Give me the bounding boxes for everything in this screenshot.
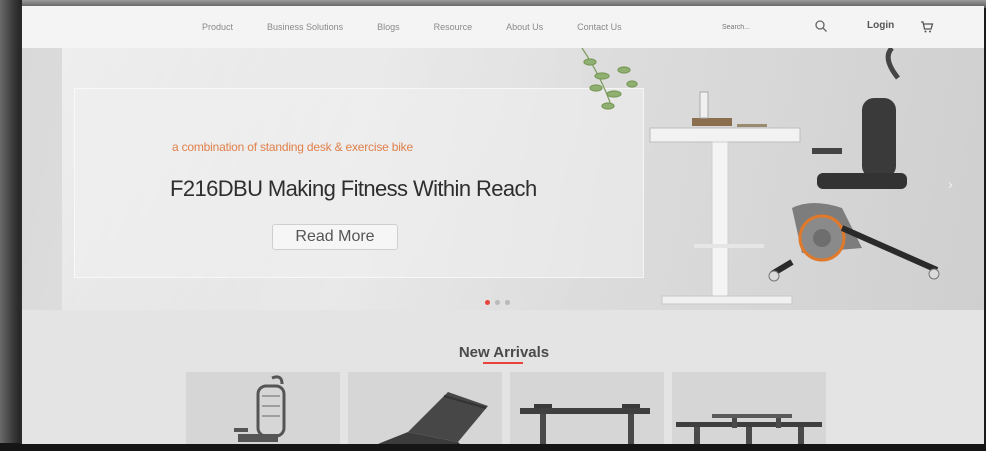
carousel-dot-1[interactable]: [485, 300, 490, 305]
new-arrivals-section: New Arrivals: [22, 310, 984, 444]
search-input[interactable]: [722, 23, 802, 31]
carousel-dots: [485, 300, 515, 305]
plant-illustration: [581, 48, 638, 110]
login-link[interactable]: Login: [867, 20, 894, 31]
nav-link-about-us[interactable]: About Us: [506, 22, 543, 32]
monitor-bezel-left: [0, 0, 22, 451]
website-screen: Product Business Solutions Blogs Resourc…: [20, 6, 984, 444]
read-more-button[interactable]: Read More: [272, 224, 398, 250]
office-chair-image: [234, 375, 286, 442]
search-icon[interactable]: [814, 19, 828, 33]
monitor-bezel-bottom: [0, 443, 986, 451]
recliner-chair-image: [378, 392, 488, 444]
carousel-dot-2[interactable]: [495, 300, 500, 305]
product-card-recliner[interactable]: [348, 372, 502, 444]
cart-icon[interactable]: [920, 20, 934, 34]
product-card-dual-frame[interactable]: [672, 372, 826, 444]
hero-subtitle: a combination of standing desk & exercis…: [172, 140, 413, 154]
nav-link-contact-us[interactable]: Contact Us: [577, 22, 622, 32]
product-card-desk-frame[interactable]: [510, 372, 664, 444]
exercise-bike-chair-illustration: [768, 48, 940, 282]
nav-link-product[interactable]: Product: [202, 22, 233, 32]
search-box: [722, 18, 832, 36]
new-arrivals-title: New Arrivals: [458, 344, 550, 361]
hero-product-image: [581, 48, 940, 305]
hero-banner: a combination of standing desk & exercis…: [22, 48, 984, 310]
nav-link-resource[interactable]: Resource: [434, 22, 473, 32]
standing-desk-frame-image: [520, 404, 650, 444]
nav-links: Product Business Solutions Blogs Resourc…: [202, 6, 656, 48]
nav-link-business-solutions[interactable]: Business Solutions: [267, 22, 343, 32]
product-cards: [186, 372, 826, 444]
nav-link-blogs[interactable]: Blogs: [377, 22, 400, 32]
title-underline: [483, 362, 523, 364]
hero-title: F216DBU Making Fitness Within Reach: [170, 176, 537, 201]
product-card-office-chair[interactable]: [186, 372, 340, 444]
carousel-next-arrow[interactable]: ›: [948, 176, 953, 192]
carousel-dot-3[interactable]: [505, 300, 510, 305]
dual-desk-frame-image: [676, 414, 822, 444]
top-navbar: Product Business Solutions Blogs Resourc…: [22, 6, 984, 48]
